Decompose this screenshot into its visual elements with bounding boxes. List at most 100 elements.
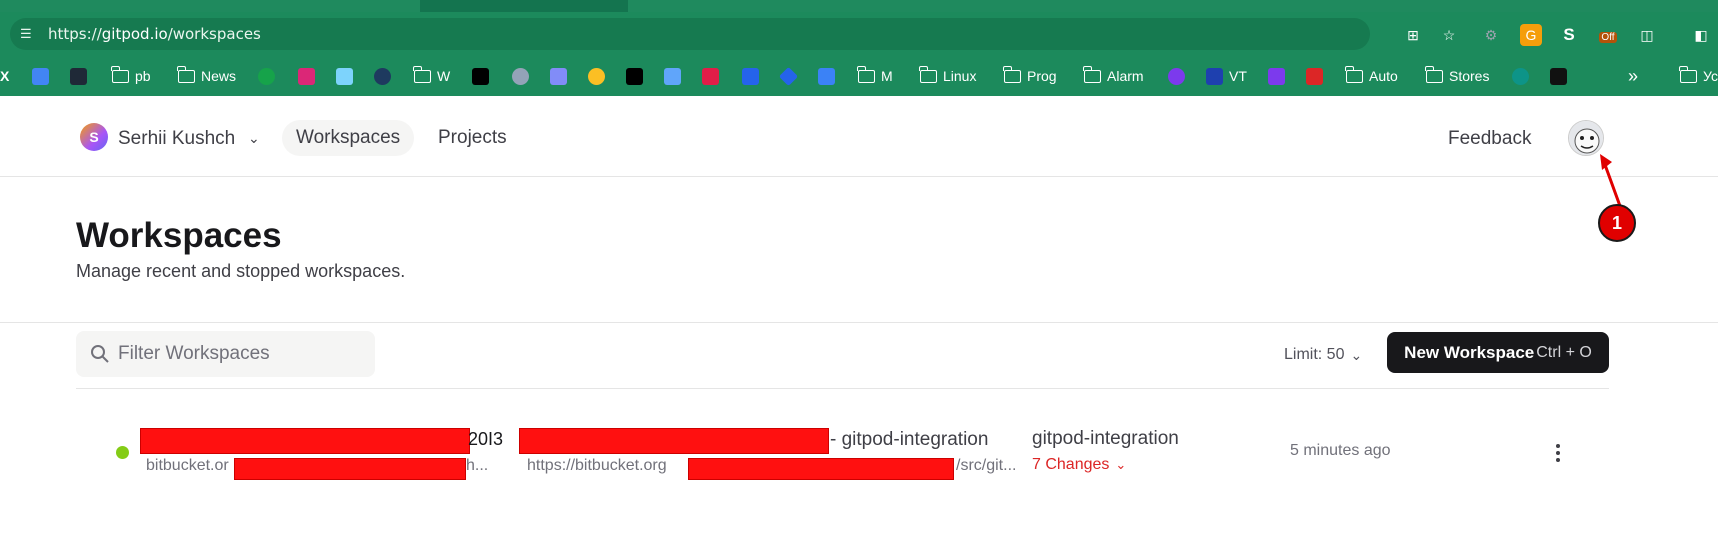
bookmarks-bar: X pb News W M Linux Prog Alarm VT Auto S… [0, 56, 1718, 96]
divider [0, 322, 1718, 323]
workspace-name[interactable]: 20I3 [468, 429, 503, 450]
bookmark-openai-icon[interactable] [512, 66, 529, 86]
bookmark-office-icon[interactable] [1306, 66, 1323, 86]
bookmark-folder-other[interactable]: Ус [1679, 65, 1718, 86]
workspace-branch: gitpod-integration [1032, 428, 1179, 449]
virustotal-icon [1206, 67, 1223, 85]
bookmark-gemini-icon[interactable] [550, 66, 567, 86]
bookmark-star-icon[interactable]: ☆ [1438, 24, 1460, 46]
bookmark-circle-icon[interactable] [1512, 66, 1529, 86]
bookmark-folder-linux[interactable]: Linux [919, 65, 976, 86]
chevron-down-icon: ⌄ [1350, 346, 1363, 363]
search-input[interactable] [118, 331, 368, 377]
workspace-url-tail: /src/git... [956, 457, 1017, 474]
site-settings-icon[interactable]: ☰ [20, 26, 36, 42]
bookmark-folder-prog[interactable]: Prog [1003, 65, 1057, 86]
workspace-context: - gitpod-integration [830, 429, 989, 450]
user-avatar[interactable] [1568, 120, 1604, 156]
side-panel-icon[interactable]: ◧ [1690, 24, 1712, 46]
folder-icon [1425, 65, 1443, 83]
bookmark-confluence-icon[interactable] [818, 66, 835, 86]
redacted-block [519, 428, 829, 454]
redacted-block [140, 428, 470, 454]
changes-toggle[interactable]: 7 Changes ⌄ [1032, 456, 1126, 474]
workspace-repo-tail: h... [466, 457, 489, 474]
redacted-block [688, 458, 954, 480]
bookmark-translate-icon[interactable] [32, 66, 49, 86]
folder-icon [1679, 65, 1697, 83]
extension-s-icon[interactable]: S [1558, 24, 1580, 46]
extension-off-icon[interactable]: Off [1596, 24, 1620, 50]
bookmark-steam-icon[interactable] [374, 66, 391, 86]
tab-projects[interactable]: Projects [424, 120, 521, 156]
bookmark-info-icon[interactable] [1168, 66, 1185, 86]
annotation-badge: 1 [1598, 204, 1636, 242]
workspace-time: 5 minutes ago [1290, 442, 1391, 459]
workspace-url[interactable]: https://bitbucket.org [527, 457, 667, 475]
bookmark-jira-icon[interactable] [778, 66, 799, 86]
bookmark-folder-auto[interactable]: Auto [1345, 65, 1398, 86]
bookmark-folder-alarm[interactable]: Alarm [1083, 65, 1144, 86]
new-workspace-button[interactable]: New Workspace Ctrl + O [1387, 332, 1609, 373]
chevron-down-icon[interactable]: ⌄ [248, 130, 260, 147]
bookmark-dou-icon[interactable] [472, 66, 489, 86]
address-bar[interactable]: ☰ https://gitpod.io/workspaces ⊞ ☆ [10, 18, 1455, 50]
browser-toolbar: ☰ https://gitpod.io/workspaces ⊞ ☆ ⚙ G S… [0, 12, 1718, 56]
bookmark-app-icon[interactable] [336, 66, 353, 86]
keyboard-shortcut: Ctrl + O [1536, 343, 1592, 361]
bookmark-folder-pb[interactable]: pb [111, 65, 151, 86]
bookmarks-overflow-icon[interactable]: » [1628, 66, 1638, 86]
top-navbar: S Serhii Kushch ⌄ Workspaces Projects Fe… [0, 96, 1718, 177]
search-box [76, 331, 375, 377]
chevron-down-icon: ⌄ [1115, 457, 1127, 472]
divider [76, 388, 1609, 389]
extensions-puzzle-icon[interactable]: ◫ [1636, 24, 1658, 46]
folder-icon [1345, 65, 1363, 83]
bookmark-eb[interactable] [1550, 66, 1567, 86]
folder-icon [857, 65, 875, 83]
folder-icon [1083, 65, 1101, 83]
bookmark-instagram-icon[interactable] [298, 66, 315, 86]
limit-label: Limit: 50 [1284, 346, 1345, 363]
bookmark-x-icon[interactable]: X [0, 66, 9, 86]
bookmark-folder-stores[interactable]: Stores [1425, 65, 1489, 86]
page-title: Workspaces [76, 216, 282, 255]
folder-icon [919, 65, 937, 83]
tab-workspaces[interactable]: Workspaces [282, 120, 415, 156]
folder-icon [413, 65, 431, 83]
bookmark-tool-icon[interactable] [742, 66, 759, 86]
org-switcher[interactable]: Serhii Kushch [118, 128, 235, 150]
bookmark-photos-icon[interactable] [588, 66, 605, 86]
annotation-arrow [1600, 154, 1622, 207]
more-options-icon[interactable] [1548, 438, 1568, 468]
bookmark-folder-w[interactable]: W [413, 65, 450, 86]
extension-grammarly-icon[interactable]: G [1520, 24, 1542, 46]
extension-gear-icon[interactable]: ⚙ [1480, 24, 1502, 46]
redacted-block [234, 458, 466, 480]
new-workspace-label: New Workspace [1404, 342, 1535, 362]
url-text[interactable]: https://gitpod.io/workspaces [48, 25, 261, 43]
bookmark-v-icon[interactable] [626, 66, 643, 86]
workspace-repo: bitbucket.or [146, 457, 229, 474]
bookmark-play-icon[interactable] [70, 66, 87, 86]
bookmark-vt[interactable]: VT [1206, 66, 1247, 86]
workspace-row[interactable]: 20I3 - gitpod-integration gitpod-integra… [76, 420, 1609, 486]
browser-tab[interactable] [628, 0, 1718, 12]
eb-icon [1550, 67, 1567, 85]
bookmark-twitch-icon[interactable] [1268, 66, 1285, 86]
bookmark-calendar-icon[interactable] [664, 66, 681, 86]
status-running-icon [116, 446, 129, 459]
folder-icon [111, 65, 129, 83]
install-app-icon[interactable]: ⊞ [1402, 24, 1424, 46]
org-avatar[interactable]: S [80, 123, 108, 151]
bookmark-folder-m[interactable]: M [857, 65, 893, 86]
bookmark-slack-icon[interactable] [702, 66, 719, 86]
browser-tab[interactable] [0, 0, 420, 12]
feedback-link[interactable]: Feedback [1448, 128, 1531, 150]
folder-icon [177, 65, 195, 83]
limit-dropdown[interactable]: Limit: 50 ⌄ [1284, 346, 1362, 364]
browser-tabstrip [0, 0, 1718, 12]
bookmark-xbox-icon[interactable] [258, 66, 275, 86]
search-icon [91, 345, 109, 363]
bookmark-folder-news[interactable]: News [177, 65, 236, 86]
